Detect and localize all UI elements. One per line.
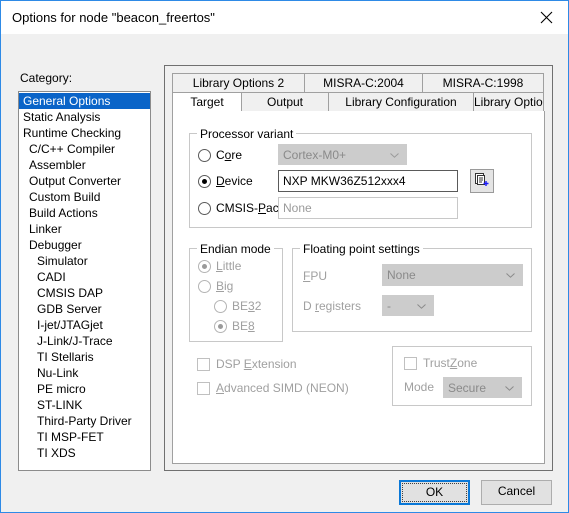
radio-endian-little[interactable]: Little — [198, 259, 241, 273]
window-title: Options for node "beacon_freertos" — [12, 10, 215, 25]
radio-little-label: Little — [216, 259, 242, 273]
d-registers-label: D registers — [303, 299, 362, 313]
radio-device-label: Device — [216, 174, 253, 188]
checkbox-dsp-label: DSP Extension — [216, 357, 297, 371]
ok-button[interactable]: OK — [399, 480, 470, 505]
checkbox-trustzone[interactable]: TrustZone — [404, 356, 477, 370]
checkbox-neon-icon — [197, 381, 210, 395]
group-endian-mode: Endian mode Little Big BE32 BE8 — [189, 242, 283, 342]
options-panel: Library Options 2 MISRA-C:2004 MISRA-C:1… — [164, 65, 553, 471]
tab-misra-c-2004[interactable]: MISRA-C:2004 — [304, 73, 423, 93]
tab-library-options-1[interactable]: Library Options 1 — [473, 92, 544, 112]
list-item[interactable]: Output Converter — [19, 173, 150, 189]
radio-big-icon — [198, 279, 211, 293]
list-item[interactable]: Static Analysis — [19, 109, 150, 125]
radio-core[interactable]: Core — [198, 148, 242, 162]
cmsis-pack-input[interactable]: None — [278, 197, 458, 219]
core-combobox-value: Cortex-M0+ — [283, 148, 347, 162]
chevron-down-icon — [417, 303, 426, 309]
tab-panel-target: Processor variant Core Cortex-M0+ Device… — [172, 111, 545, 464]
radio-device[interactable]: Device — [198, 174, 253, 188]
radio-endian-be8[interactable]: BE8 — [214, 319, 255, 333]
list-item[interactable]: TI MSP-FET — [19, 429, 150, 445]
radio-device-icon — [198, 174, 211, 188]
radio-be8-label: BE8 — [232, 319, 255, 333]
device-input[interactable]: NXP MKW36Z512xxx4 — [278, 170, 458, 192]
title-bar: Options for node "beacon_freertos" — [1, 1, 568, 34]
checkbox-neon-label: Advanced SIMD (NEON) — [216, 381, 349, 395]
checkbox-advanced-simd[interactable]: Advanced SIMD (NEON) — [197, 381, 349, 395]
list-item[interactable]: GDB Server — [19, 301, 150, 317]
radio-core-label: Core — [216, 148, 243, 162]
device-browse-button[interactable] — [470, 169, 494, 193]
group-title: Floating point settings — [300, 242, 423, 256]
category-label: Category: — [20, 71, 73, 85]
close-button[interactable] — [524, 1, 568, 33]
radio-big-label: Big — [216, 279, 234, 293]
radio-core-icon — [198, 148, 211, 162]
chevron-down-icon — [390, 152, 399, 158]
trustzone-mode-combobox[interactable]: Secure — [443, 377, 522, 398]
list-item[interactable]: Linker — [19, 221, 150, 237]
radio-be32-label: BE32 — [232, 299, 262, 313]
radio-cmsis-pack[interactable]: CMSIS-Pack — [198, 201, 285, 215]
list-item[interactable]: CADI — [19, 269, 150, 285]
chevron-down-icon — [506, 273, 515, 278]
trustzone-mode-value: Secure — [448, 381, 487, 395]
list-item[interactable]: TI Stellaris — [19, 349, 150, 365]
list-item[interactable]: Debugger — [19, 237, 150, 253]
tab-target[interactable]: Target — [172, 92, 242, 112]
d-registers-combobox[interactable]: - — [382, 295, 434, 316]
list-item[interactable]: Runtime Checking — [19, 125, 150, 141]
list-item[interactable]: C/C++ Compiler — [19, 141, 150, 157]
options-dialog: Options for node "beacon_freertos" Categ… — [0, 0, 569, 513]
radio-cmsis-pack-icon — [198, 201, 211, 215]
radio-be32-icon — [214, 299, 227, 313]
radio-be8-icon — [214, 319, 227, 333]
list-item[interactable]: Third-Party Driver — [19, 413, 150, 429]
trustzone-mode-label: Mode — [404, 380, 435, 394]
close-icon — [540, 11, 553, 24]
core-combobox[interactable]: Cortex-M0+ — [278, 144, 407, 165]
list-item[interactable]: Simulator — [19, 253, 150, 269]
group-title: Processor variant — [197, 127, 297, 141]
tab-library-options-2[interactable]: Library Options 2 — [172, 73, 305, 93]
chevron-down-icon — [505, 385, 514, 391]
d-registers-combobox-value: - — [387, 299, 391, 313]
list-item[interactable]: CMSIS DAP — [19, 285, 150, 301]
ok-button-label: OK — [425, 485, 444, 499]
list-item[interactable]: Custom Build — [19, 189, 150, 205]
list-item[interactable]: Assembler — [19, 157, 150, 173]
list-item[interactable]: General Options — [19, 93, 150, 109]
checkbox-trustzone-label: TrustZone — [423, 356, 478, 370]
fpu-label: FPU — [303, 269, 328, 283]
list-item[interactable]: I-jet/JTAGjet — [19, 317, 150, 333]
radio-endian-be32[interactable]: BE32 — [214, 299, 261, 313]
tab-output[interactable]: Output — [241, 92, 329, 112]
list-item[interactable]: J-Link/J-Trace — [19, 333, 150, 349]
fpu-combobox-value: None — [387, 268, 416, 282]
group-trustzone: TrustZone Mode Secure — [392, 346, 532, 406]
tab-library-configuration[interactable]: Library Configuration — [328, 92, 474, 112]
device-file-add-icon — [474, 172, 490, 191]
list-item[interactable]: PE micro — [19, 381, 150, 397]
category-list[interactable]: General Options Static Analysis Runtime … — [18, 91, 151, 471]
radio-little-icon — [198, 259, 211, 273]
list-item[interactable]: Nu-Link — [19, 365, 150, 381]
radio-cmsis-pack-label: CMSIS-Pack — [216, 201, 285, 215]
checkbox-dsp-extension[interactable]: DSP Extension — [197, 357, 297, 371]
fpu-combobox[interactable]: None — [382, 264, 523, 286]
group-floating-point-settings: Floating point settings FPU None D regis… — [292, 242, 532, 332]
checkbox-trustzone-icon — [404, 356, 417, 370]
cancel-button[interactable]: Cancel — [481, 480, 552, 505]
group-processor-variant: Processor variant Core Cortex-M0+ Device… — [189, 127, 532, 228]
list-item[interactable]: ST-LINK — [19, 397, 150, 413]
radio-endian-big[interactable]: Big — [198, 279, 233, 293]
tab-misra-c-1998[interactable]: MISRA-C:1998 — [422, 73, 544, 93]
cancel-button-label: Cancel — [497, 484, 536, 498]
list-item[interactable]: Build Actions — [19, 205, 150, 221]
group-title: Endian mode — [197, 242, 274, 256]
list-item[interactable]: TI XDS — [19, 445, 150, 461]
checkbox-dsp-icon — [197, 357, 210, 371]
